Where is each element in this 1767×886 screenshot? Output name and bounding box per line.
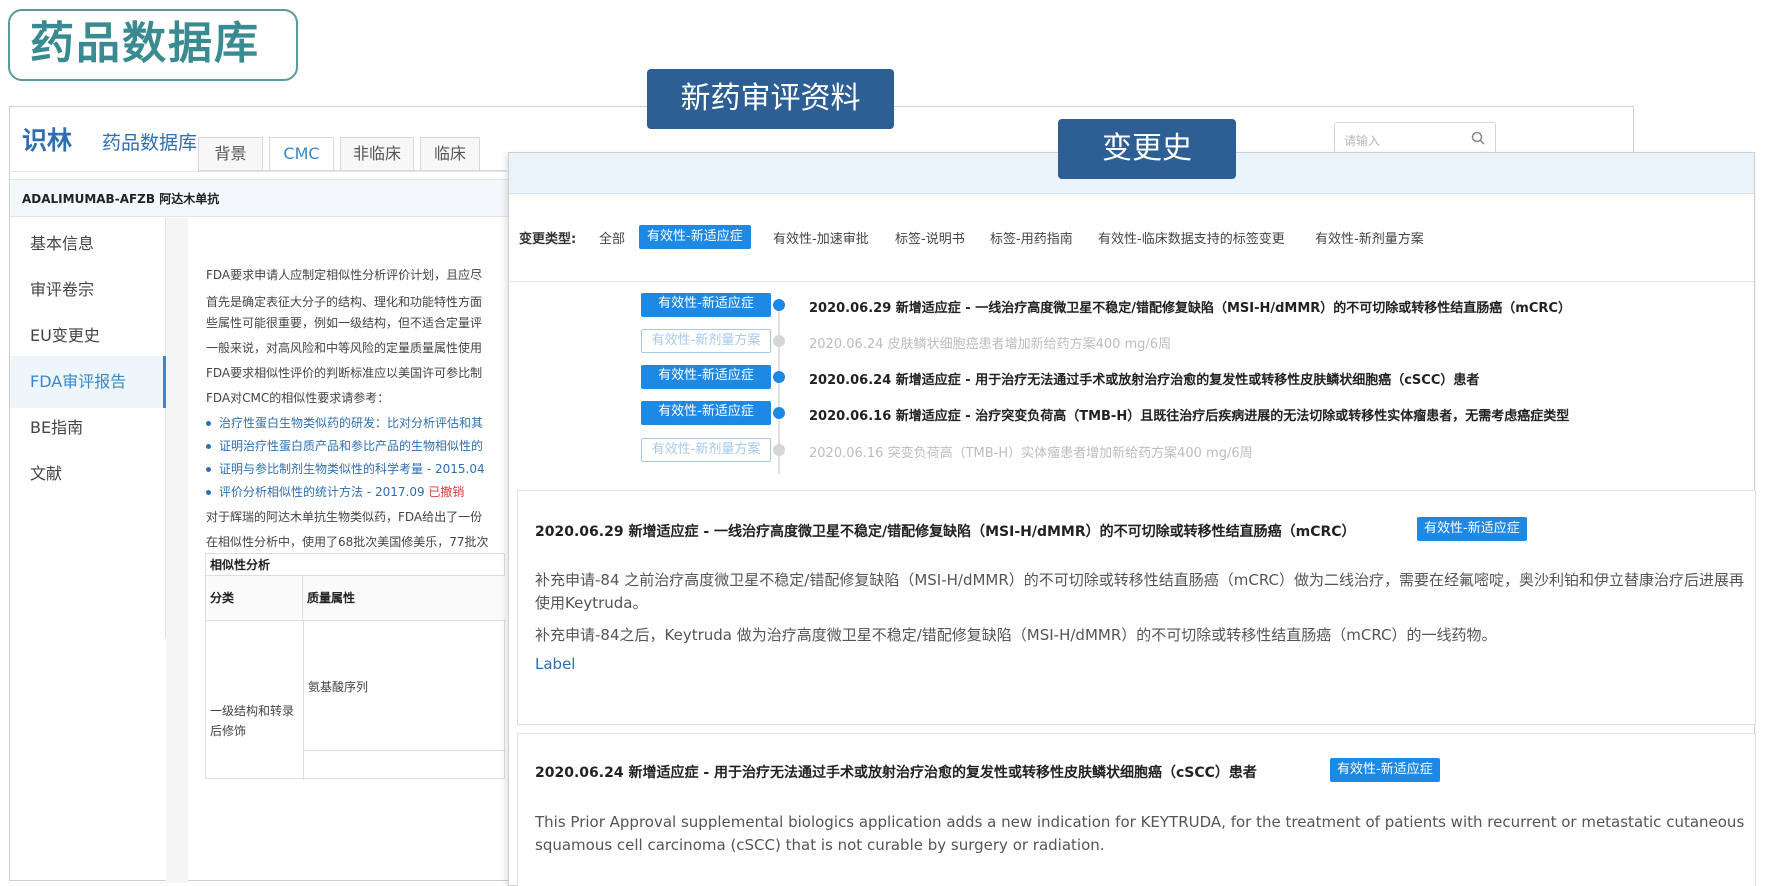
timeline-badge: 有效性-新剂量方案 [641, 438, 771, 462]
timeline-badge: 有效性-新适应症 [641, 293, 771, 317]
body-paragraph: 对于辉瑞的阿达木单抗生物类似药，FDA给出了一份 [206, 510, 483, 524]
guidance-link[interactable]: 证明治疗性蛋白质产品和参比产品的生物相似性的 [206, 437, 506, 454]
bullet-icon [206, 467, 211, 472]
card-text: 补充申请-84之后，Keytruda 做为治疗高度微卫星不稳定/错配修复缺陷（M… [535, 626, 1497, 644]
search-icon[interactable] [1471, 131, 1485, 145]
card-badge: 有效性-新适应症 [1417, 517, 1527, 541]
timeline-dot [773, 371, 785, 383]
table-divider [303, 750, 506, 751]
body-paragraph: FDA要求相似性评价的判断标准应以美国许可参比制 [206, 366, 483, 380]
divider [509, 281, 1754, 282]
sidebar-item-basic-info[interactable]: 基本信息 [10, 218, 166, 270]
timeline-entry[interactable]: 2020.06.29 新增适应症 - 一线治疗高度微卫星不稳定/错配修复缺陷（M… [809, 297, 1571, 316]
label-link[interactable]: Label [535, 655, 575, 673]
sidebar-item-review-dossier[interactable]: 审评卷宗 [10, 264, 166, 316]
timeline-dot [773, 407, 785, 419]
table-cell: 一级结构和转录后修饰 [210, 704, 295, 738]
body-paragraph: 在相似性分析中，使用了68批次美国修美乐，77批次 [206, 535, 489, 549]
search-placeholder: 请输入 [1344, 134, 1381, 148]
body-paragraph: 首先是确定表征大分子的结构、理化和功能特性方面 [206, 295, 483, 309]
review-section-label: 新药审评资料 [647, 69, 894, 129]
similarity-table: 相似性分析 分类 质量属性 一级结构和转录后修饰 氨基酸序列 [205, 553, 506, 780]
timeline-entry[interactable]: 2020.06.16 突变负荷高（TMB-H）实体瘤患者增加新给药方案400 m… [809, 442, 1253, 461]
withdrawn-tag: 已撤销 [428, 485, 465, 499]
sidebar-item-be-guide[interactable]: BE指南 [10, 402, 166, 454]
filter-new-indication[interactable]: 有效性-新适应症 [639, 225, 751, 249]
change-detail-card: 2020.06.24 新增适应症 - 用于治疗无法通过手术或放射治疗治愈的复发性… [517, 733, 1756, 886]
sidebar-item-eu-history[interactable]: EU变更史 [10, 310, 166, 362]
guidance-link-text[interactable]: 证明治疗性蛋白质产品和参比产品的生物相似性的 [219, 439, 483, 453]
table-cell: 氨基酸序列 [308, 680, 369, 694]
filter-label-instructions[interactable]: 标签-说明书 [895, 228, 965, 252]
table-title: 相似性分析 [206, 554, 504, 576]
sidebar: 基本信息 审评卷宗 EU变更史 FDA审评报告 BE指南 文献 [10, 218, 166, 638]
table-header: 质量属性 [303, 576, 506, 621]
change-history-window: 变更类型: 全部 有效性-新适应症 有效性-加速审批 标签-说明书 标签-用药指… [508, 152, 1756, 886]
card-title: 2020.06.29 新增适应症 - 一线治疗高度微卫星不稳定/错配修复缺陷（M… [535, 524, 1356, 540]
sidebar-item-literature[interactable]: 文献 [10, 448, 166, 500]
filter-row: 变更类型: 全部 有效性-新适应症 有效性-加速审批 标签-说明书 标签-用药指… [509, 223, 1754, 249]
card-text: This Prior Approval supplemental biologi… [535, 813, 1745, 854]
card-text: 补充申请-84 之前治疗高度微卫星不稳定/错配修复缺陷（MSI-H/dMMR）的… [535, 571, 1745, 612]
bullet-icon [206, 490, 211, 495]
filter-label-med-guide[interactable]: 标签-用药指南 [990, 228, 1073, 252]
body-paragraph: 些属性可能很重要，例如一级结构，但不适合定量评 [206, 316, 483, 330]
body-paragraph: 一般来说，对高风险和中等风险的定量质量属性使用 [206, 341, 483, 355]
tabs-divider [207, 170, 507, 171]
bullet-icon [206, 421, 211, 426]
timeline-badge: 有效性-新剂量方案 [641, 329, 771, 353]
timeline-entry[interactable]: 2020.06.16 新增适应症 - 治疗突变负荷高（TMB-H）且既往治疗后疾… [809, 405, 1569, 424]
table-header: 分类 [206, 576, 303, 621]
filter-new-dosing[interactable]: 有效性-新剂量方案 [1315, 228, 1424, 252]
sidebar-item-fda-review[interactable]: FDA审评报告 [10, 356, 166, 408]
body-paragraph: FDA对CMC的相似性要求请参考： [206, 391, 390, 405]
filter-all[interactable]: 全部 [599, 228, 625, 252]
app-logo[interactable]: 识林 [22, 121, 72, 157]
bullet-icon [206, 444, 211, 449]
header-title[interactable]: 药品数据库 [102, 128, 197, 155]
timeline-badge: 有效性-新适应症 [641, 365, 771, 389]
timeline-dot [773, 335, 785, 347]
timeline-entry[interactable]: 2020.06.24 新增适应症 - 用于治疗无法通过手术或放射治疗治愈的复发性… [809, 369, 1479, 388]
guidance-link-text[interactable]: 评价分析相似性的统计方法 - 2017.09 [219, 485, 428, 499]
tab-background[interactable]: 背景 [198, 137, 263, 171]
guidance-link-text[interactable]: 治疗性蛋白生物类似药的研发：比对分析评估和其 [219, 416, 483, 430]
guidance-link[interactable]: 评价分析相似性的统计方法 - 2017.09 已撤销 [206, 483, 506, 500]
timeline-entry[interactable]: 2020.06.24 皮肤鳞状细胞癌患者增加新给药方案400 mg/6周 [809, 333, 1171, 352]
filter-accelerated-approval[interactable]: 有效性-加速审批 [773, 228, 869, 252]
tab-cmc[interactable]: CMC [269, 137, 334, 171]
hero-title: 药品数据库 [8, 9, 298, 81]
filter-clinical-label-change[interactable]: 有效性-临床数据支持的标签变更 [1098, 228, 1285, 252]
tab-nonclinical[interactable]: 非临床 [340, 137, 414, 171]
change-detail-card: 2020.06.29 新增适应症 - 一线治疗高度微卫星不稳定/错配修复缺陷（M… [517, 490, 1756, 725]
timeline-dot [773, 444, 785, 456]
guidance-link-text[interactable]: 证明与参比制剂生物类似性的科学考量 - 2015.04 [219, 462, 485, 476]
card-badge: 有效性-新适应症 [1330, 758, 1440, 782]
filter-label: 变更类型: [519, 232, 577, 247]
history-section-label: 变更史 [1058, 119, 1236, 179]
tab-clinical[interactable]: 临床 [420, 137, 480, 171]
search-input[interactable]: 请输入 [1334, 122, 1496, 154]
guidance-link[interactable]: 治疗性蛋白生物类似药的研发：比对分析评估和其 [206, 414, 506, 431]
table-divider [303, 621, 304, 780]
card-title: 2020.06.24 新增适应症 - 用于治疗无法通过手术或放射治疗治愈的复发性… [535, 765, 1257, 781]
guidance-link[interactable]: 证明与参比制剂生物类似性的科学考量 - 2015.04 [206, 460, 506, 477]
timeline-badge: 有效性-新适应症 [641, 401, 771, 425]
timeline-dot [773, 299, 785, 311]
content-gutter [166, 218, 188, 883]
body-paragraph: FDA要求申请人应制定相似性分析评价计划，且应尽 [206, 268, 483, 282]
